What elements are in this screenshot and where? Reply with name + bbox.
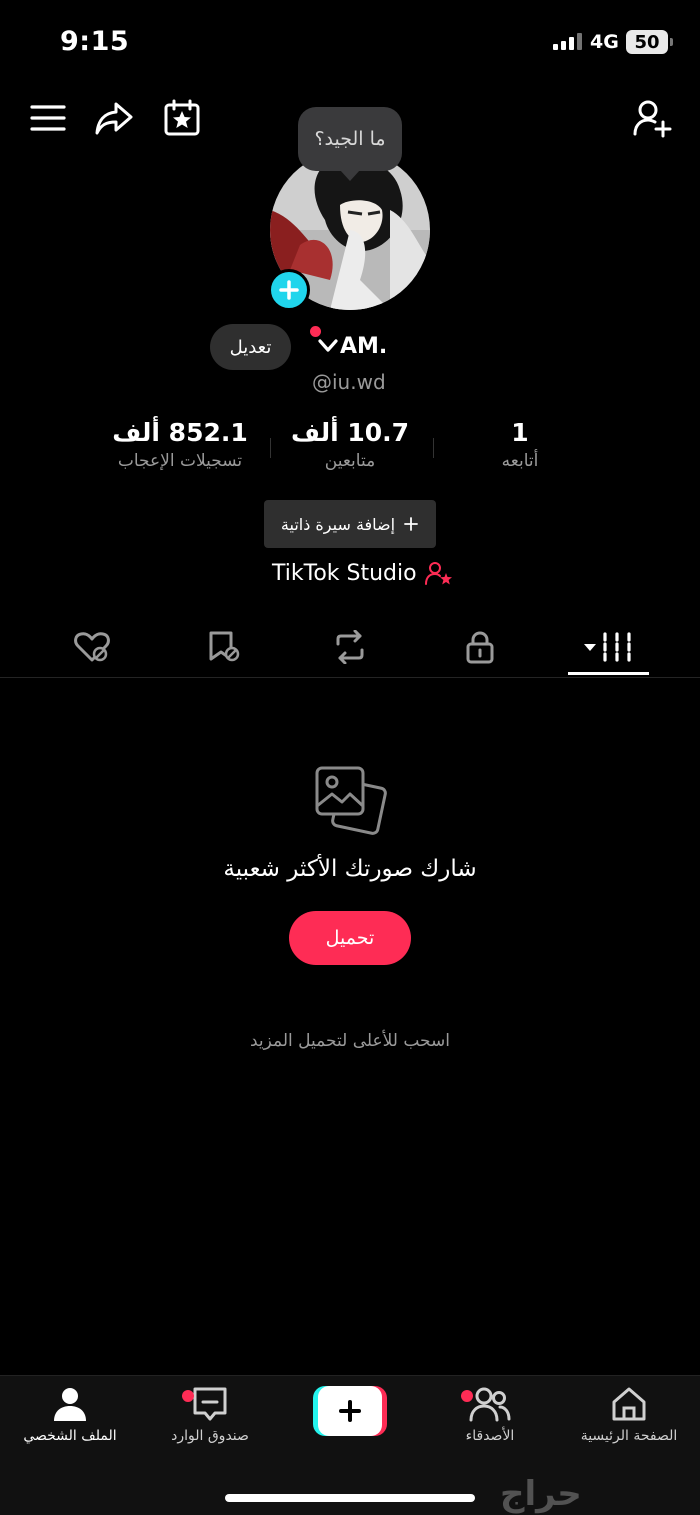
tab-favorites[interactable] xyxy=(184,618,264,676)
following-label: أتابعه xyxy=(501,451,539,471)
chevron-down-icon[interactable] xyxy=(318,338,338,358)
followers-count: 10.7 ألف xyxy=(290,418,410,447)
lock-icon xyxy=(466,631,494,664)
followers-label: متابعين xyxy=(324,451,376,471)
status-time: 9:15 xyxy=(60,26,130,57)
add-bio-button[interactable]: إضافة سيرة ذاتية xyxy=(264,500,436,548)
likes-count: 852.1 ألف xyxy=(112,418,248,447)
heart-hidden-icon xyxy=(74,632,110,662)
grid-dropdown-icon xyxy=(583,632,631,662)
content-tabs xyxy=(0,618,700,678)
inbox-icon xyxy=(193,1387,227,1421)
home-icon xyxy=(612,1387,646,1421)
studio-label: TikTok Studio xyxy=(272,560,417,586)
add-friend-icon[interactable] xyxy=(632,98,672,138)
network-type: 4G xyxy=(590,31,619,53)
whats-good-tooltip[interactable]: ما الجيد؟ xyxy=(298,107,402,181)
tab-liked[interactable] xyxy=(52,618,132,676)
empty-state-title: شارك صورتك الأكثر شعبية xyxy=(223,856,477,882)
creator-star-icon xyxy=(424,562,452,585)
add-bio-label: إضافة سيرة ذاتية xyxy=(280,514,396,534)
repost-icon xyxy=(336,630,364,664)
friends-icon xyxy=(469,1387,511,1422)
calendar-star-icon[interactable] xyxy=(162,98,202,138)
home-indicator[interactable] xyxy=(225,1494,475,1502)
nav-inbox[interactable]: صندوق الوارد xyxy=(145,1386,275,1444)
create-post-button[interactable] xyxy=(313,1386,387,1436)
nav-profile[interactable]: الملف الشخصي xyxy=(5,1386,135,1444)
signal-icon xyxy=(553,32,582,50)
nav-inbox-label: صندوق الوارد xyxy=(171,1428,249,1444)
likes-label: تسجيلات الإعجاب xyxy=(117,451,243,471)
profile-icon xyxy=(54,1388,86,1421)
nav-home-label: الصفحة الرئيسية xyxy=(580,1428,678,1444)
swipe-hint: اسحب للأعلى لتحميل المزيد xyxy=(250,1031,450,1051)
divider xyxy=(433,438,434,458)
username: @iu.wd xyxy=(312,370,386,394)
tiktok-studio-link[interactable]: TikTok Studio xyxy=(272,560,453,586)
menu-icon[interactable] xyxy=(28,98,68,138)
nav-friends[interactable]: الأصدقاء xyxy=(425,1386,555,1444)
inbox-notification-dot xyxy=(182,1390,194,1402)
following-stat[interactable]: 1 أتابعه xyxy=(460,418,580,471)
tab-reposts[interactable] xyxy=(310,618,390,676)
nav-profile-label: الملف الشخصي xyxy=(23,1428,117,1444)
active-tab-indicator xyxy=(568,672,649,675)
nav-friends-label: الأصدقاء xyxy=(465,1428,515,1444)
haraj-watermark: حراج xyxy=(500,1474,582,1514)
upload-button[interactable]: تحميل xyxy=(289,911,411,965)
followers-stat[interactable]: 10.7 ألف متابعين xyxy=(280,418,420,471)
tab-private[interactable] xyxy=(440,618,520,676)
battery-level: 50 xyxy=(634,31,660,53)
plus-icon xyxy=(318,1386,382,1436)
share-icon[interactable] xyxy=(94,98,134,138)
edit-profile-button[interactable]: تعديل xyxy=(210,324,291,370)
photos-icon xyxy=(312,764,388,838)
following-count: 1 xyxy=(511,418,529,447)
likes-stat[interactable]: 852.1 ألف تسجيلات الإعجاب xyxy=(100,418,260,471)
add-avatar-button[interactable] xyxy=(268,269,310,311)
divider xyxy=(270,438,271,458)
bookmark-hidden-icon xyxy=(209,631,240,662)
battery-icon: 50 xyxy=(626,30,673,54)
notification-dot xyxy=(310,326,321,337)
tab-videos[interactable] xyxy=(568,618,649,676)
plus-icon xyxy=(404,517,418,531)
friends-notification-dot xyxy=(461,1390,473,1402)
nav-home[interactable]: الصفحة الرئيسية xyxy=(564,1386,694,1444)
display-name[interactable]: AM. xyxy=(340,334,387,359)
